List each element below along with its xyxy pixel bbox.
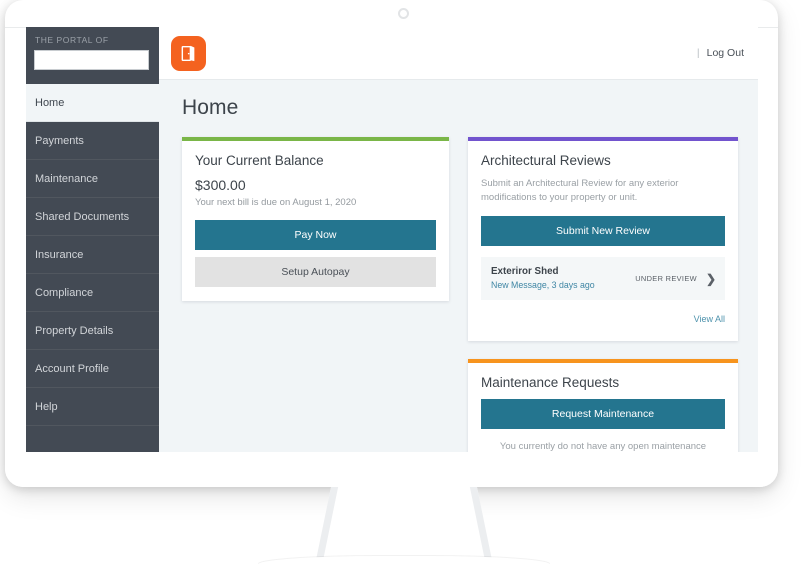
review-item-meta: New Message, 3 days ago — [491, 280, 595, 290]
sidebar-brand: THE PORTAL OF — [26, 27, 159, 84]
review-item-texts: Exteriror Shed New Message, 3 days ago — [491, 265, 635, 292]
monitor-stand-base — [258, 556, 550, 573]
sidebar-item-payments[interactable]: Payments — [26, 122, 159, 160]
sidebar: THE PORTAL OF Home Payments Maintenance … — [26, 27, 159, 452]
balance-card-title: Your Current Balance — [195, 153, 324, 168]
sidebar-nav: Home Payments Maintenance Shared Documen… — [26, 84, 159, 452]
architectural-card-body: Architectural Reviews Submit an Architec… — [468, 141, 738, 341]
submit-new-review-button[interactable]: Submit New Review — [481, 216, 725, 246]
right-column: Architectural Reviews Submit an Architec… — [468, 137, 738, 452]
screen: THE PORTAL OF Home Payments Maintenance … — [26, 27, 758, 452]
status-badge: UNDER REVIEW — [635, 274, 697, 283]
maintenance-card-body: Maintenance Requests Request Maintenance… — [468, 363, 738, 452]
page-content: Home Your Current Balance $300.00 Your n… — [159, 80, 758, 452]
request-maintenance-button[interactable]: Request Maintenance — [481, 399, 725, 429]
chevron-right-icon[interactable]: ❯ — [706, 273, 716, 285]
logout-link[interactable]: Log Out — [707, 47, 744, 59]
maintenance-card-title: Maintenance Requests — [481, 375, 620, 390]
maintenance-requests-card: Maintenance Requests Request Maintenance… — [468, 359, 738, 452]
monitor-bottom-bezel — [5, 452, 778, 487]
architectural-card-title: Architectural Reviews — [481, 153, 611, 168]
open-door-icon — [171, 35, 206, 71]
sidebar-item-help[interactable]: Help — [26, 388, 159, 426]
monitor-device: THE PORTAL OF Home Payments Maintenance … — [0, 0, 808, 573]
webcam-icon — [398, 8, 409, 19]
balance-due-note: Your next bill is due on August 1, 2020 — [195, 197, 357, 208]
review-list-item[interactable]: Exteriror Shed New Message, 3 days ago U… — [481, 257, 725, 300]
balance-amount: $300.00 — [195, 177, 246, 193]
architectural-card-description: Submit an Architectural Review for any e… — [481, 178, 679, 203]
sidebar-filler — [26, 426, 159, 452]
maintenance-empty-message: You currently do not have any open maint… — [499, 441, 707, 452]
brand-kicker: THE PORTAL OF — [35, 35, 109, 45]
topbar: | Log Out — [159, 27, 758, 80]
brand-logo-placeholder — [34, 50, 149, 70]
pay-now-button[interactable]: Pay Now — [195, 220, 436, 250]
balance-card: Your Current Balance $300.00 Your next b… — [182, 137, 449, 301]
review-item-name: Exteriror Shed — [491, 266, 559, 277]
main-area: | Log Out Home Your Current Balance $300… — [159, 27, 758, 452]
sidebar-item-insurance[interactable]: Insurance — [26, 236, 159, 274]
sidebar-item-home[interactable]: Home — [26, 84, 159, 122]
view-all-wrap: View All — [481, 309, 725, 327]
page-title: Home — [182, 96, 239, 119]
balance-card-body: Your Current Balance $300.00 Your next b… — [182, 141, 449, 301]
left-column: Your Current Balance $300.00 Your next b… — [182, 137, 449, 301]
topbar-divider: | — [696, 47, 700, 59]
view-all-link[interactable]: View All — [694, 314, 725, 324]
sidebar-item-account-profile[interactable]: Account Profile — [26, 350, 159, 388]
sidebar-item-compliance[interactable]: Compliance — [26, 274, 159, 312]
sidebar-item-shared-documents[interactable]: Shared Documents — [26, 198, 159, 236]
architectural-reviews-card: Architectural Reviews Submit an Architec… — [468, 137, 738, 341]
sidebar-item-maintenance[interactable]: Maintenance — [26, 160, 159, 198]
topbar-actions: | Log Out — [697, 47, 744, 59]
dashboard-columns: Your Current Balance $300.00 Your next b… — [182, 137, 738, 452]
portal-app: THE PORTAL OF Home Payments Maintenance … — [26, 27, 758, 452]
sidebar-item-property-details[interactable]: Property Details — [26, 312, 159, 350]
monitor-stand-neck — [315, 487, 493, 565]
setup-autopay-button[interactable]: Setup Autopay — [195, 257, 436, 287]
